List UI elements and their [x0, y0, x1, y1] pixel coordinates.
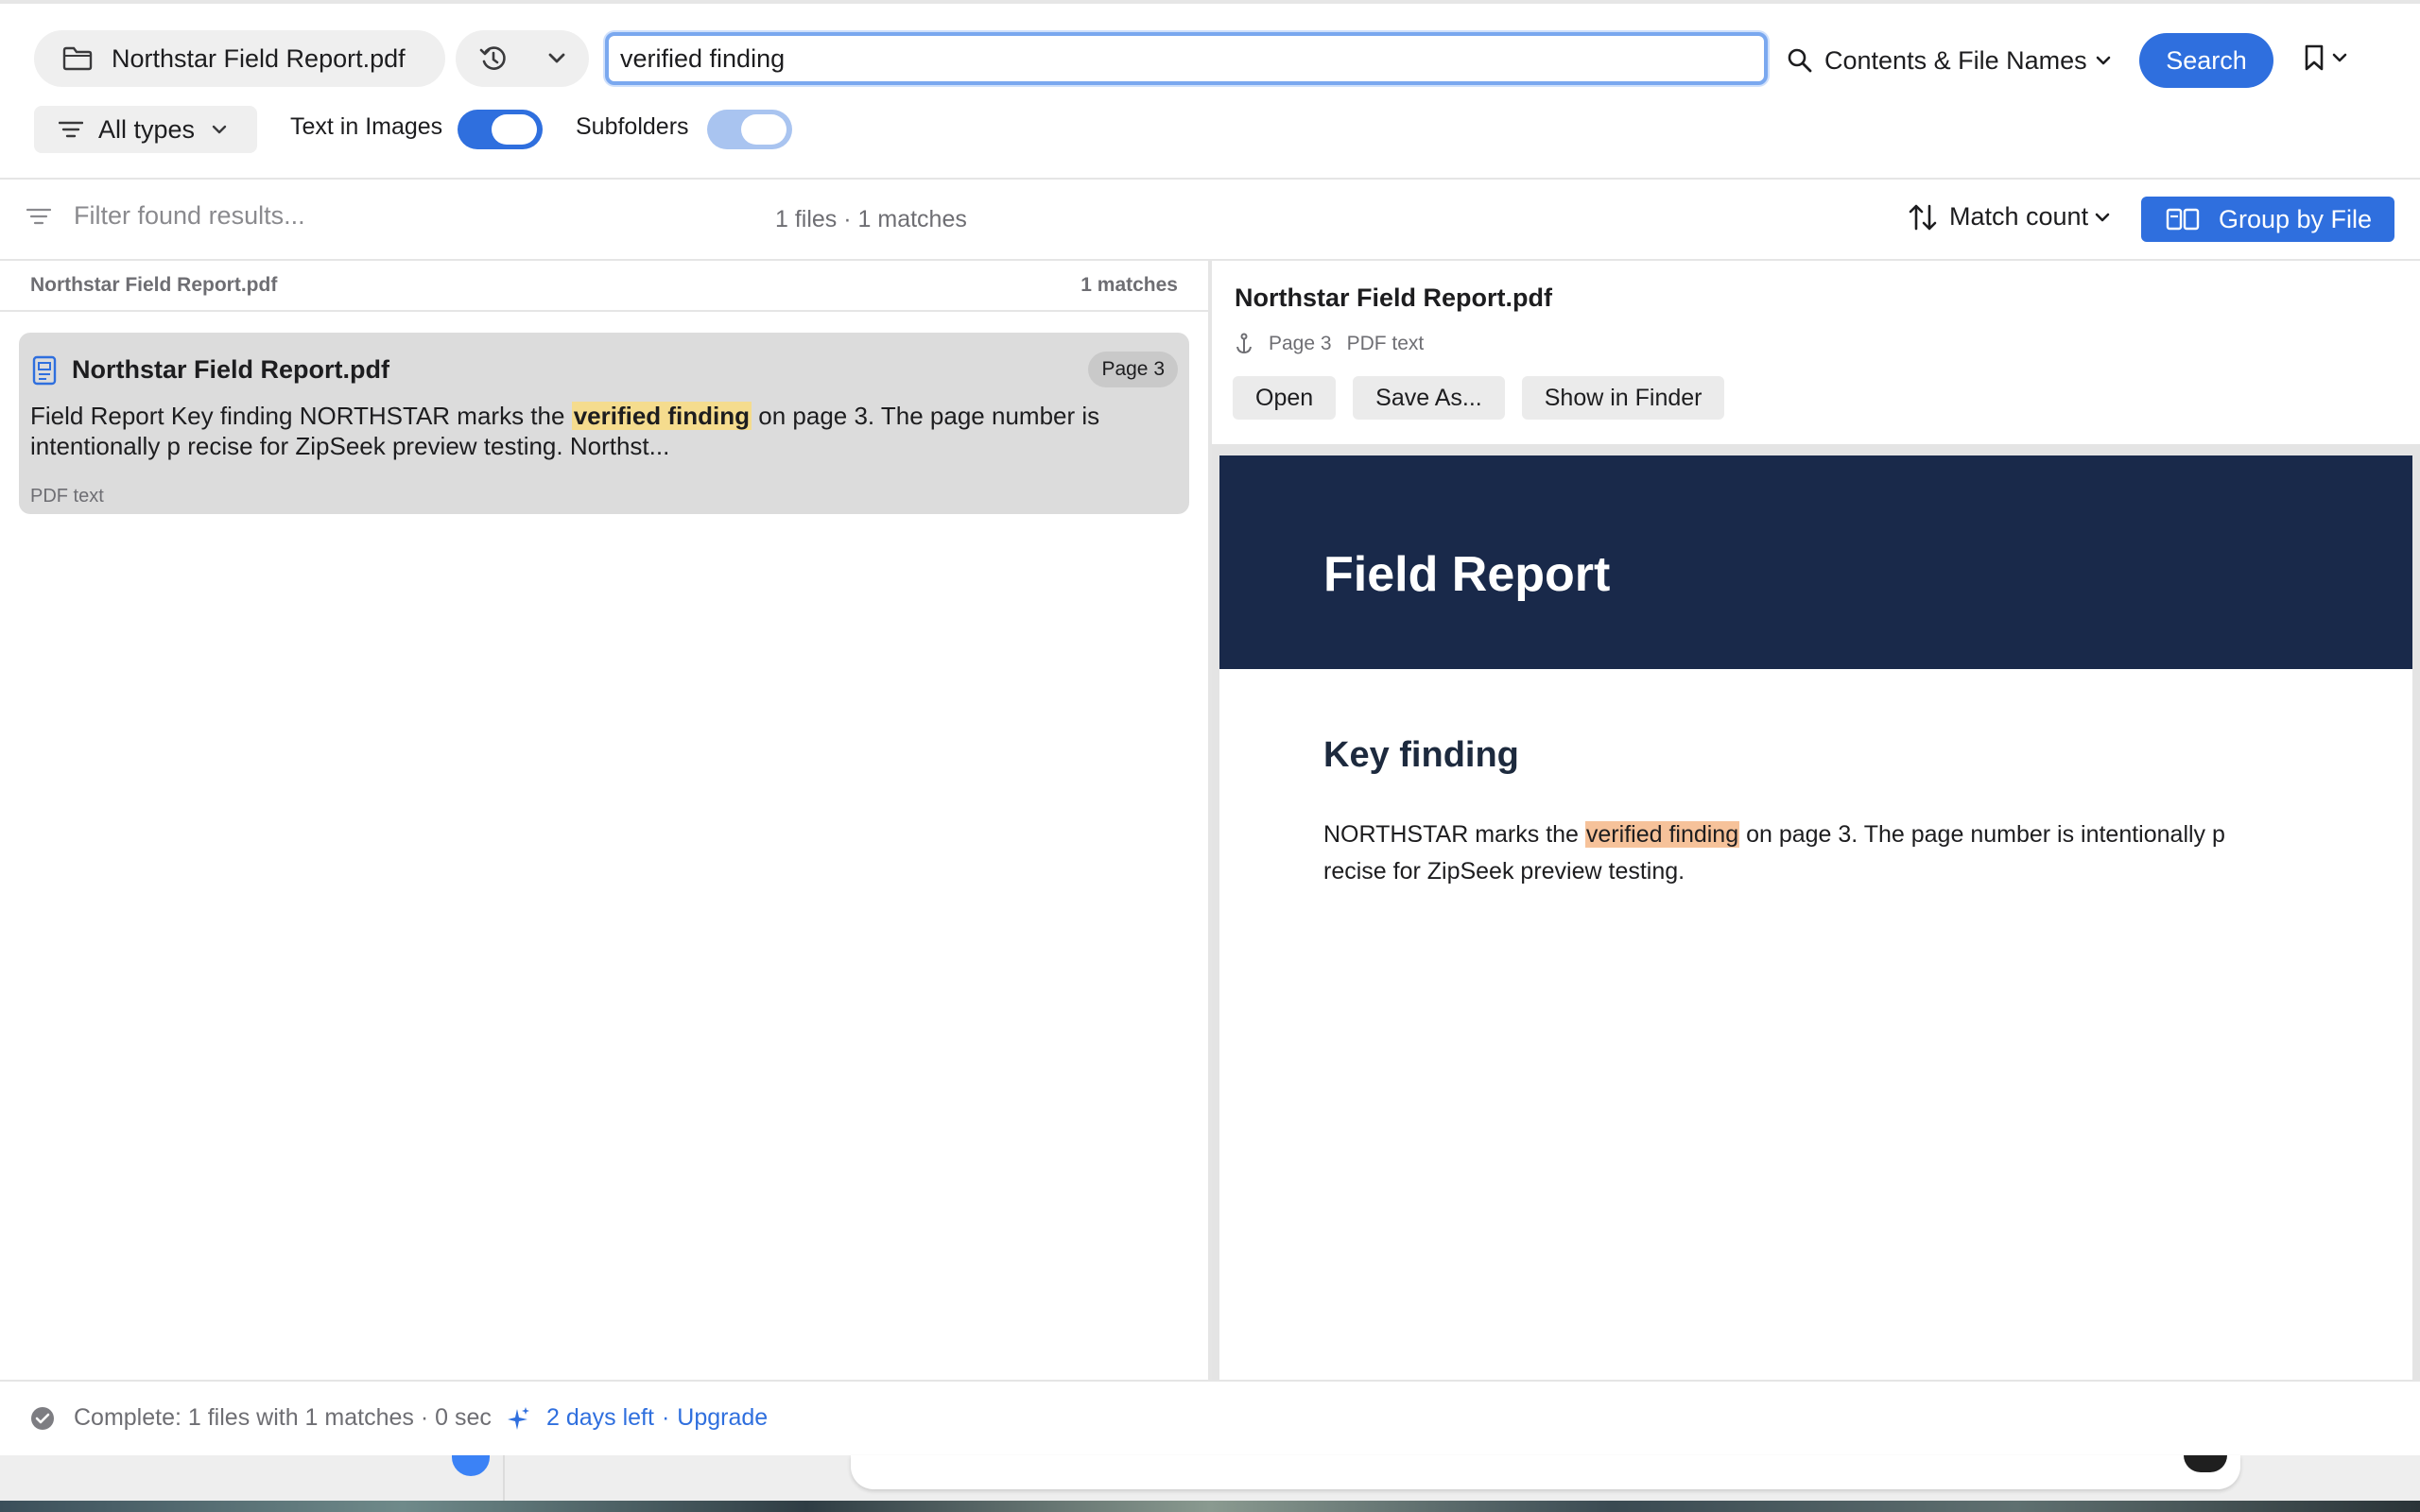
sort-label: Match count	[1949, 202, 2089, 231]
status-text: Complete: 1 files with 1 matches · 0 sec	[74, 1404, 492, 1431]
group-icon	[2166, 208, 2200, 231]
results-summary: 1 files · 1 matches	[775, 206, 967, 232]
search-scope-dropdown[interactable]: Contents & File Names	[1787, 42, 2112, 79]
trial-days-left[interactable]: 2 days left	[546, 1404, 654, 1432]
background-divider	[503, 1455, 505, 1501]
pdf-document-icon	[32, 355, 57, 386]
file-type-filter[interactable]: All types	[34, 106, 257, 153]
results-filter-input[interactable]: Filter found results...	[74, 201, 305, 231]
search-status: Complete: 1 files with 1 matches · 0 sec	[30, 1404, 492, 1432]
snippet-match-highlight: verified finding	[571, 402, 752, 430]
document-preview[interactable]: Field Report Key finding NORTHSTAR marks…	[1212, 444, 2420, 1380]
body-text: NORTHSTAR marks the	[1323, 821, 1585, 848]
document-heading: Key finding	[1323, 735, 1519, 775]
document-banner: Field Report	[1219, 455, 2412, 669]
body-match-highlight: verified finding	[1584, 821, 1740, 848]
folder-picker[interactable]: Northstar Field Report.pdf	[34, 30, 445, 87]
results-filter[interactable]: Filter found results...	[26, 201, 305, 231]
search-history-button[interactable]	[456, 30, 589, 87]
group-by-file-label: Group by File	[2219, 204, 2373, 233]
search-button[interactable]: Search	[2139, 33, 2273, 88]
status-bar: Complete: 1 files with 1 matches · 0 sec…	[0, 1380, 2420, 1455]
results-list: Northstar Field Report.pdf 1 matches Nor…	[0, 261, 1208, 1380]
subfolders-toggle[interactable]	[707, 110, 792, 149]
preview-title: Northstar Field Report.pdf	[1235, 284, 1552, 312]
pdf-page: Field Report Key finding NORTHSTAR marks…	[1219, 455, 2412, 1380]
result-group-header[interactable]: Northstar Field Report.pdf 1 matches	[0, 261, 1208, 312]
desktop-wallpaper	[0, 1501, 2420, 1512]
toolbar-divider	[0, 178, 2420, 180]
result-group-count: 1 matches	[1080, 274, 1178, 296]
document-body: NORTHSTAR marks the verified finding on …	[1323, 816, 2269, 890]
result-title: Northstar Field Report.pdf	[72, 355, 389, 384]
magnifier-icon	[1788, 48, 1812, 73]
chevron-down-icon	[2095, 213, 2110, 221]
text-in-images-label: Text in Images	[290, 113, 443, 140]
sort-arrows-icon	[1909, 204, 1937, 230]
snippet-text: Field Report Key finding NORTHSTAR marks…	[30, 402, 572, 430]
page-anchor-icon	[1236, 333, 1252, 354]
search-field[interactable]	[605, 32, 1768, 85]
check-circle-icon	[31, 1406, 54, 1430]
result-kind: PDF text	[30, 486, 104, 507]
subfolders-label: Subfolders	[576, 113, 689, 140]
chevron-down-icon	[212, 125, 227, 134]
background-window	[0, 1455, 2420, 1512]
file-type-filter-label: All types	[98, 114, 196, 144]
folder-icon	[62, 46, 93, 71]
page-badge: Page 3	[1088, 352, 1178, 387]
history-icon	[479, 46, 506, 70]
preview-meta: Page 3 PDF text	[1235, 333, 1424, 355]
chevron-down-icon	[2096, 56, 2110, 65]
preview-kind: PDF text	[1346, 333, 1425, 354]
sparkle-icon	[508, 1406, 529, 1430]
text-in-images-toggle[interactable]	[458, 110, 543, 149]
open-button[interactable]: Open	[1233, 376, 1337, 420]
document-title: Field Report	[1323, 547, 1611, 602]
search-input[interactable]	[609, 36, 1764, 81]
toolbar: Northstar Field Report.pdf Contents & Fi…	[0, 4, 2420, 108]
download-icon	[452, 1455, 490, 1476]
bookmarks-menu[interactable]	[2303, 43, 2348, 72]
preview-actions: Open Save As... Show in Finder	[1233, 376, 1725, 420]
result-group-name: Northstar Field Report.pdf	[30, 274, 278, 296]
result-snippet: Field Report Key finding NORTHSTAR marks…	[30, 401, 1174, 461]
background-panel	[851, 1455, 2240, 1489]
toggle-knob	[741, 114, 786, 145]
show-in-finder-button[interactable]: Show in Finder	[1521, 376, 1725, 420]
filter-lines-icon	[59, 121, 83, 138]
upgrade-link[interactable]: Upgrade	[677, 1404, 768, 1432]
trial-notice: 2 days left · Upgrade	[507, 1404, 768, 1432]
toggle-knob	[492, 114, 537, 145]
chevron-down-icon	[548, 53, 565, 63]
chevron-down-icon	[2332, 53, 2347, 62]
save-as-button[interactable]: Save As...	[1353, 376, 1505, 420]
search-scope-label: Contents & File Names	[1824, 45, 2087, 75]
folder-picker-label: Northstar Field Report.pdf	[112, 43, 406, 73]
sort-dropdown[interactable]: Match count	[1908, 202, 2111, 232]
bookmark-icon	[2305, 44, 2324, 71]
group-by-file-button[interactable]: Group by File	[2141, 197, 2394, 242]
result-item[interactable]: Northstar Field Report.pdf Page 3 Field …	[19, 333, 1189, 514]
filter-lines-icon	[26, 208, 51, 224]
preview-header: Northstar Field Report.pdf Page 3 PDF te…	[1212, 261, 2420, 450]
preview-page: Page 3	[1269, 333, 1332, 354]
trial-separator: ·	[661, 1404, 670, 1431]
